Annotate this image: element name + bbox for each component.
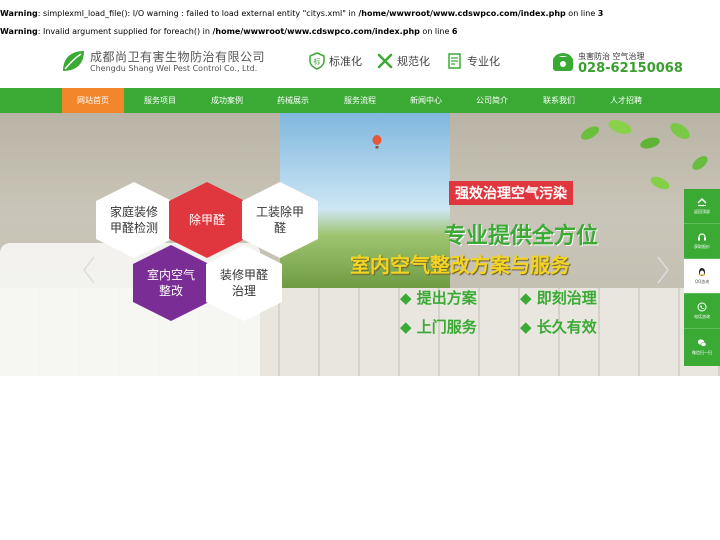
sidebar-label: QQ咨询 <box>694 279 710 284</box>
banner-point-2: ◆ 即刻治理 <box>520 289 597 307</box>
banner-subheadline: 室内空气整改方案与服务 <box>350 253 570 277</box>
shield-icon: 标 <box>309 52 325 70</box>
nav-item-cases[interactable]: 成功案例 <box>196 88 258 113</box>
main-nav: 网站首页 服务项目 成功案例 药械展示 服务流程 新闻中心 公司简介 联系我们 … <box>0 88 720 113</box>
hex-label: 家庭装修甲醛检测 <box>109 205 158 235</box>
nav-item-careers[interactable]: 人才招聘 <box>595 88 657 113</box>
hex-label: 工装除甲醛 <box>255 205 304 235</box>
warning-line: 3 <box>597 9 604 18</box>
warning-message: : Invalid argument supplied for foreach(… <box>37 27 213 36</box>
warning-path: /home/wwwroot/www.cdswpco.com/index.php <box>358 9 566 18</box>
nav-item-contact[interactable]: 联系我们 <box>528 88 590 113</box>
headset-icon <box>698 233 706 241</box>
badge-normalized: 规范化 <box>376 52 430 70</box>
company-name-cn: 成都尚卫有害生物防治有限公司 <box>90 50 266 64</box>
phone-icon <box>697 302 707 312</box>
tools-icon <box>377 53 393 69</box>
company-name-en: Chengdu Shang Wei Pest Control Co., Ltd. <box>90 64 258 73</box>
hex-label: 除甲醛 <box>188 213 225 227</box>
get-quote-button[interactable]: 获取报价 <box>684 224 720 259</box>
warning-label: Warning <box>0 9 38 18</box>
php-warning-2: Warning: Invalid argument supplied for f… <box>0 27 457 36</box>
hot-air-balloon-icon <box>372 135 382 149</box>
wechat-icon <box>697 338 707 347</box>
badge-label: 标准化 <box>329 55 362 68</box>
svg-text:标: 标 <box>314 57 321 66</box>
phone-number[interactable]: 028-62150068 <box>578 61 683 76</box>
wechat-scan-button[interactable]: 微信扫一扫 <box>684 329 720 364</box>
hex-label: 室内空气整改 <box>146 268 195 298</box>
banner-tag: 强效治理空气污染 <box>449 181 573 205</box>
warning-line: 6 <box>451 27 458 36</box>
phone-consult-button[interactable]: 电话咨询 <box>684 294 720 329</box>
badge-standard: 标 标准化 <box>308 52 362 70</box>
banner-point-4: ◆ 长久有效 <box>520 318 597 336</box>
sidebar-label: 返回顶部 <box>694 209 710 214</box>
warning-tail: on line <box>565 9 598 18</box>
banner-point-3: ◆ 上门服务 <box>400 318 477 336</box>
banner-point-1: ◆ 提出方案 <box>400 289 477 307</box>
warning-label: Warning <box>0 27 38 36</box>
badge-professional: 专业化 <box>446 52 500 70</box>
nav-item-news[interactable]: 新闻中心 <box>395 88 457 113</box>
arrow-up-icon <box>697 197 707 207</box>
carousel-prev-icon[interactable] <box>82 255 96 285</box>
qq-penguin-icon <box>699 268 705 276</box>
php-warning-1: Warning: simplexml_load_file(): I/O warn… <box>0 9 603 18</box>
leaf-logo-icon[interactable] <box>60 48 86 74</box>
nav-item-about[interactable]: 公司简介 <box>461 88 523 113</box>
telephone-icon <box>553 53 573 71</box>
floating-sidebar: 返回顶部 获取报价 QQ咨询 电话咨询 微信扫一扫 <box>684 189 720 366</box>
site-header: 成都尚卫有害生物防治有限公司 Chengdu Shang Wei Pest Co… <box>0 44 720 88</box>
sidebar-label: 微信扫一扫 <box>692 349 712 355</box>
badge-label: 规范化 <box>397 55 430 68</box>
warning-tail: on line <box>419 27 452 36</box>
hero-banner[interactable]: 家庭装修甲醛检测 除甲醛 工装除甲醛 室内空气整改 装修甲醛治理 强效治理空气污… <box>0 113 720 376</box>
warning-message: : simplexml_load_file(): I/O warning : f… <box>37 9 359 18</box>
nav-item-equipment[interactable]: 药械展示 <box>262 88 324 113</box>
nav-item-process[interactable]: 服务流程 <box>329 88 391 113</box>
carousel-next-icon[interactable] <box>656 255 670 285</box>
back-to-top-button[interactable]: 返回顶部 <box>684 189 720 224</box>
document-check-icon <box>448 53 461 69</box>
nav-item-services[interactable]: 服务项目 <box>129 88 191 113</box>
qq-consult-button[interactable]: QQ咨询 <box>684 259 720 294</box>
warning-path: /home/wwwroot/www.cdswpco.com/index.php <box>212 27 420 36</box>
nav-item-home[interactable]: 网站首页 <box>62 88 124 113</box>
sidebar-label: 获取报价 <box>694 244 710 249</box>
banner-headline: 专业提供全方位 <box>444 224 599 249</box>
sidebar-label: 电话咨询 <box>694 314 710 319</box>
hex-label: 装修甲醛治理 <box>219 268 268 298</box>
badge-label: 专业化 <box>467 55 500 68</box>
